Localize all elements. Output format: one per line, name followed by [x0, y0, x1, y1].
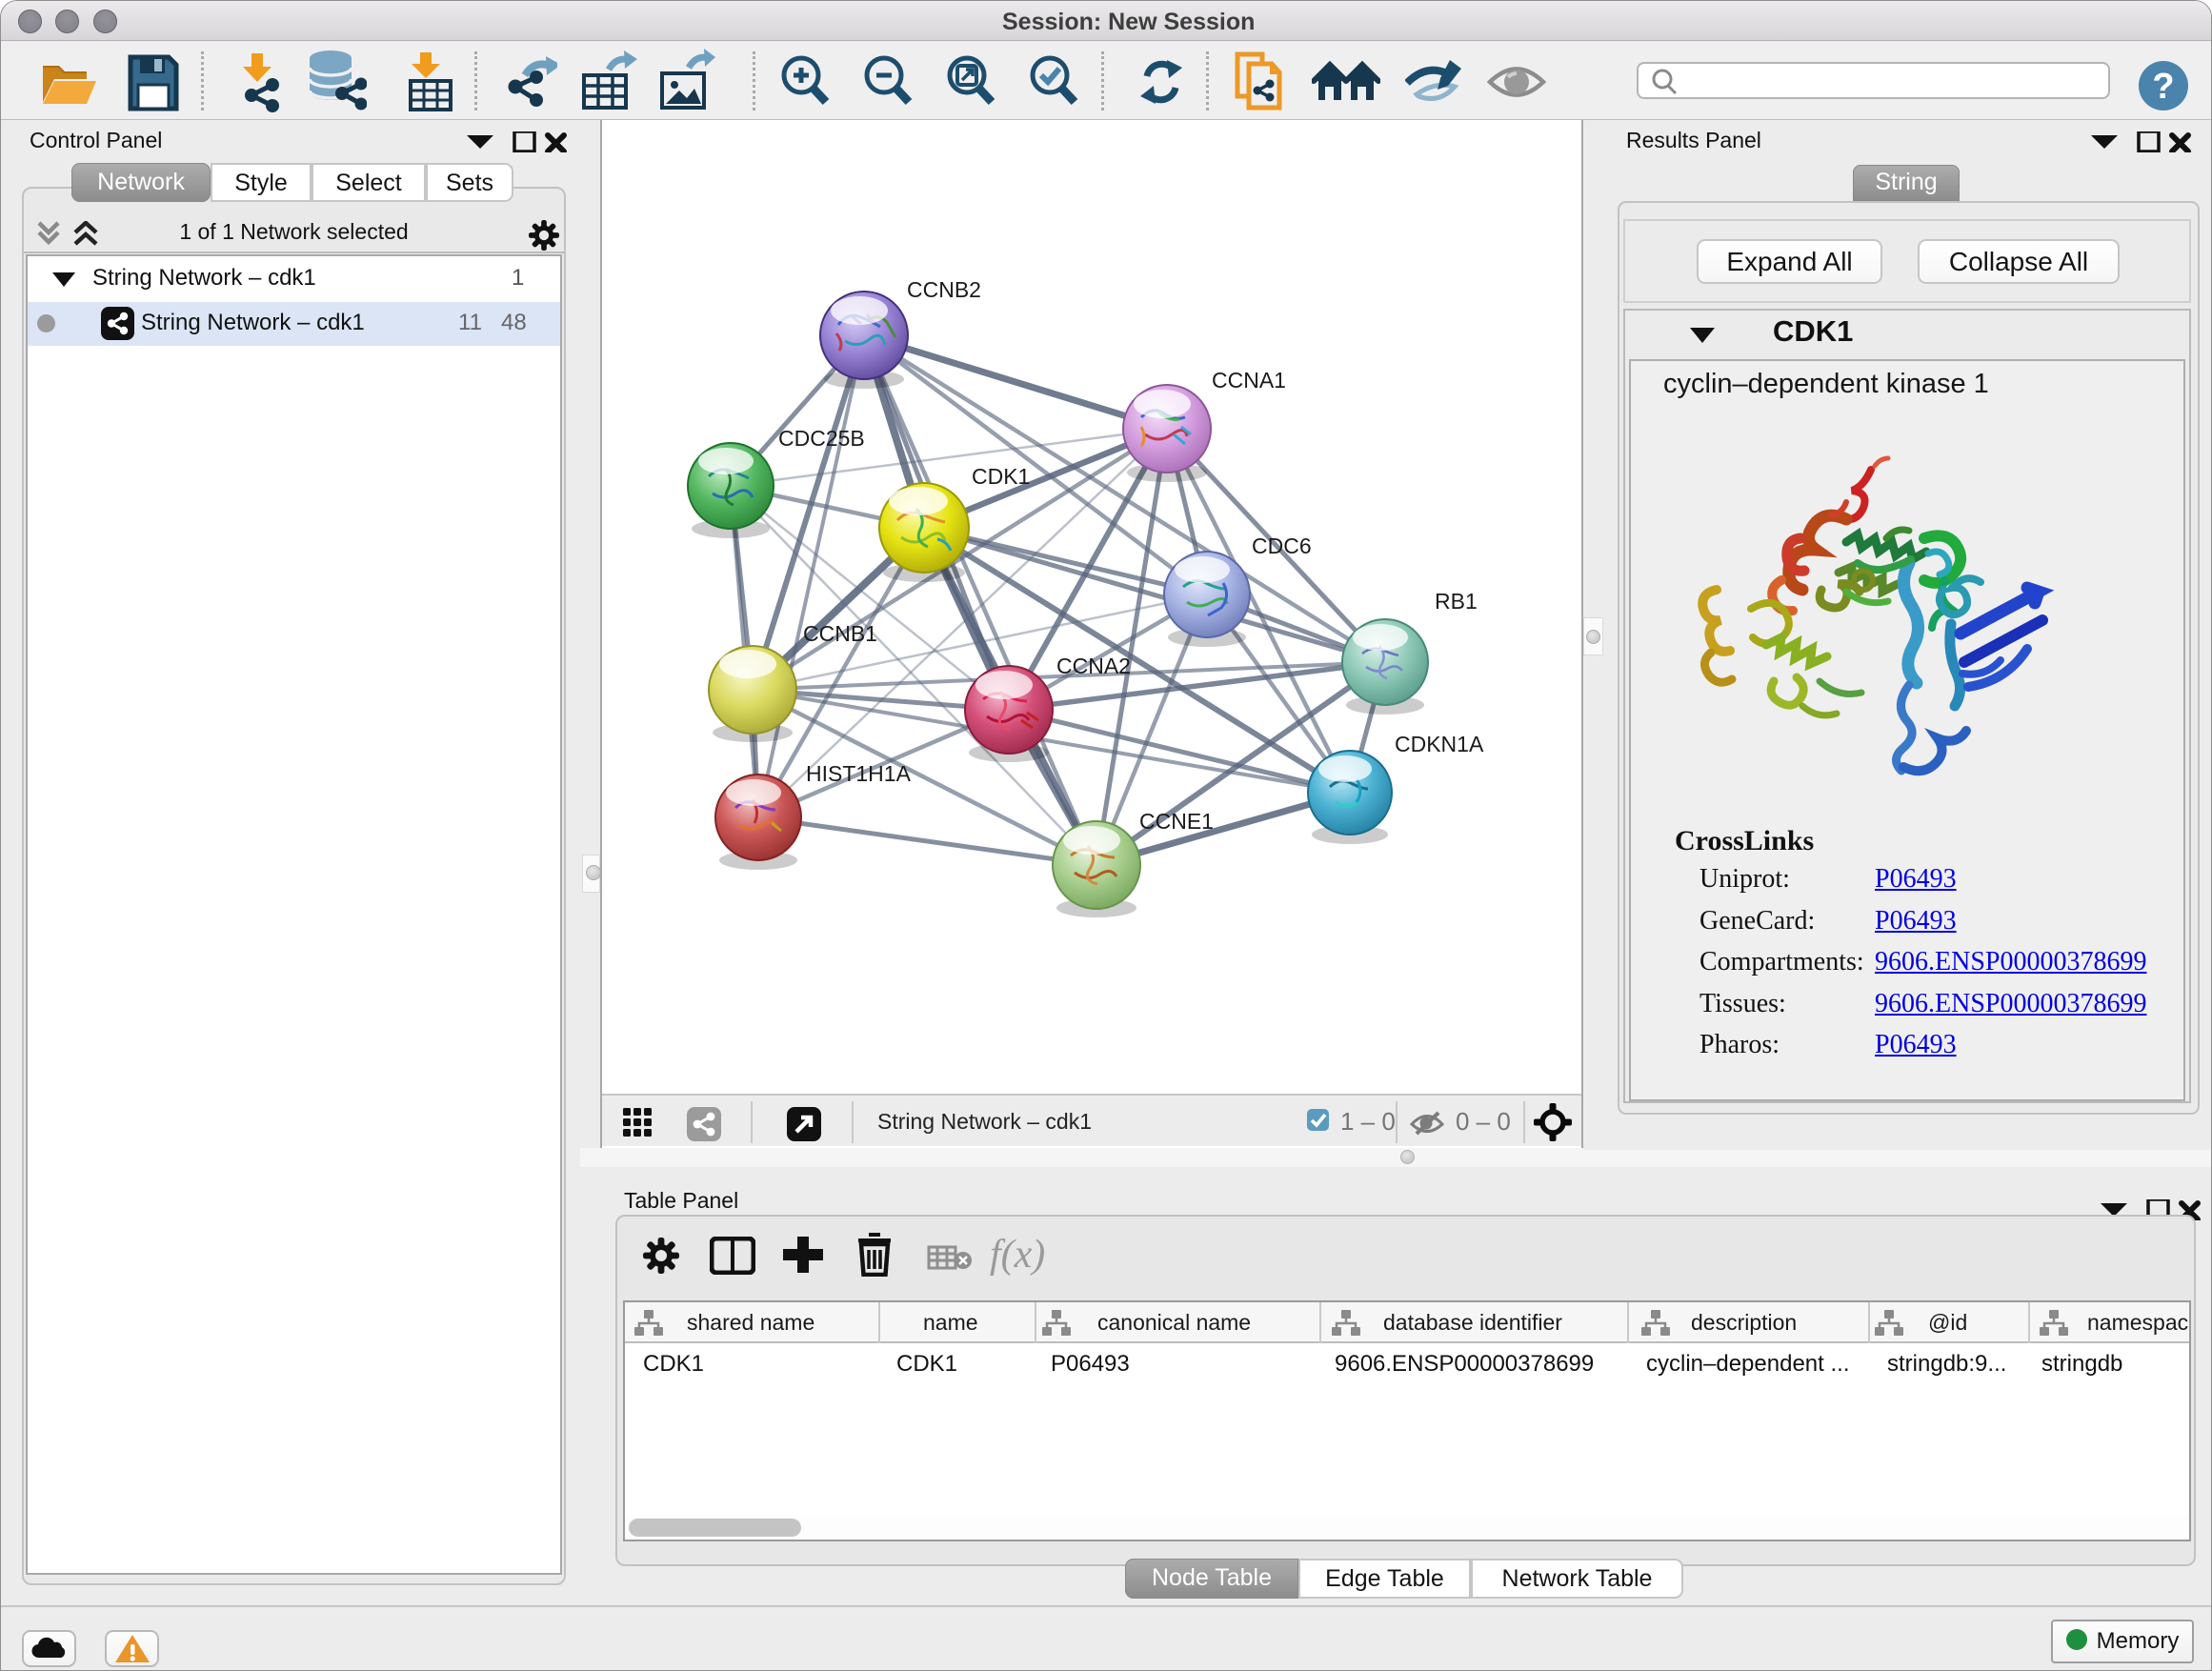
- svg-text:CDK1: CDK1: [972, 464, 1030, 489]
- svg-text:CCNB1: CCNB1: [803, 621, 877, 646]
- svg-text:?: ?: [2152, 67, 2174, 107]
- svg-text:CCNA1: CCNA1: [1212, 368, 1286, 393]
- svg-text:CDKN1A: CDKN1A: [1395, 732, 1484, 756]
- svg-text:CDC6: CDC6: [1252, 534, 1312, 558]
- svg-text:CDC25B: CDC25B: [778, 426, 865, 451]
- svg-text:CCNE1: CCNE1: [1139, 809, 1214, 834]
- svg-text:HIST1H1A: HIST1H1A: [806, 761, 912, 786]
- svg-text:CCNA2: CCNA2: [1056, 654, 1131, 678]
- svg-text:CCNB2: CCNB2: [907, 277, 981, 302]
- svg-text:RB1: RB1: [1435, 589, 1478, 614]
